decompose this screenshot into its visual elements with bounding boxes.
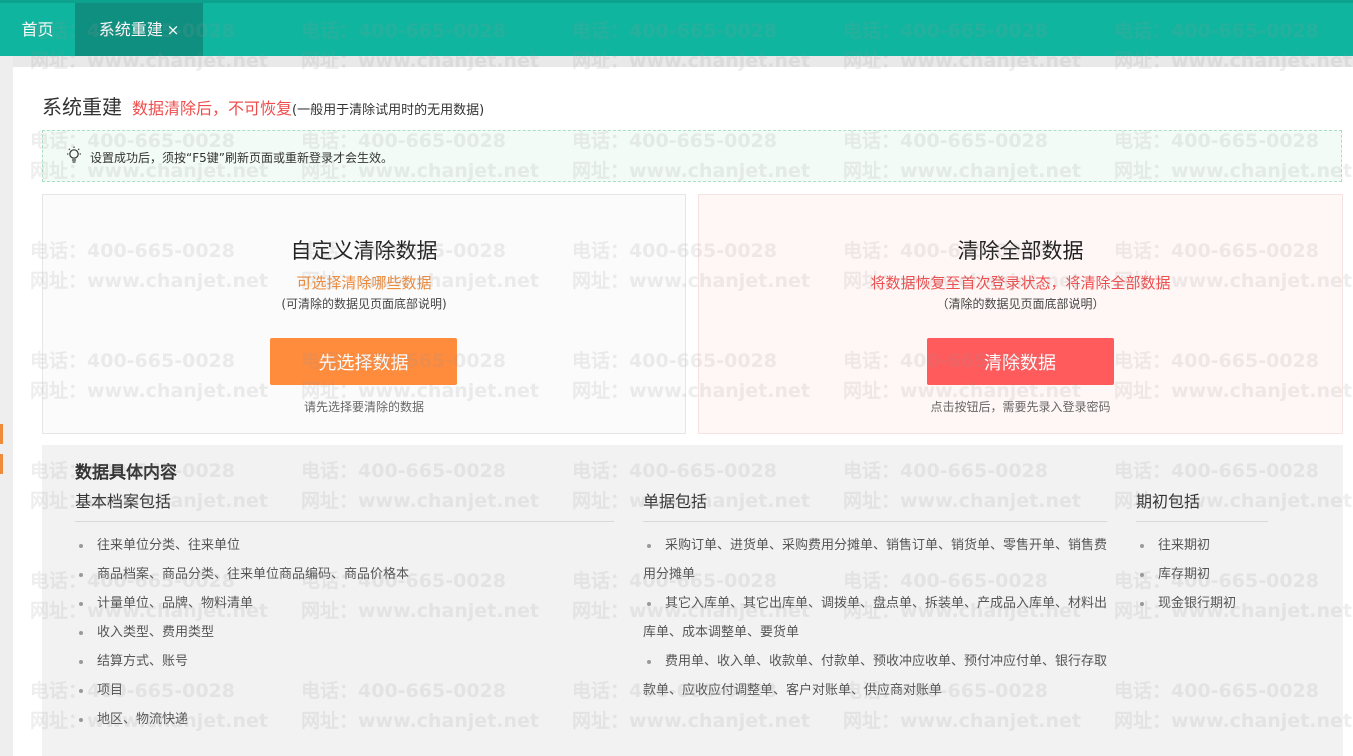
list-item: 地区、物流快递 (75, 705, 614, 734)
list-item: 现金银行期初 (1136, 589, 1268, 618)
edge-marker (0, 424, 3, 444)
opening-title: 期初包括 (1136, 488, 1268, 522)
documents-list: 采购订单、进货单、采购费用分摊单、销售订单、销货单、零售开单、销售费用分摊单 其… (643, 531, 1107, 705)
clear-all-subtitle: 将数据恢复至首次登录状态，将清除全部数据 (870, 274, 1171, 292)
select-data-button[interactable]: 先选择数据 (270, 338, 457, 385)
left-edge (0, 56, 13, 756)
basic-records-title: 基本档案包括 (75, 488, 614, 522)
page-note: (一般用于清除试用时的无用数据) (292, 103, 485, 118)
clear-all-title: 清除全部数据 (957, 239, 1084, 263)
page-warning: 数据清除后，不可恢复 (132, 99, 293, 118)
custom-clear-note: (可清除的数据见页面底部说明) (281, 297, 447, 311)
list-item: 库存期初 (1136, 560, 1268, 589)
clear-data-button[interactable]: 清除数据 (926, 338, 1114, 385)
clear-all-note: （清除的数据见页面底部说明） (936, 297, 1105, 311)
tab-system-rebuild[interactable]: 系统重建 × (75, 3, 203, 56)
tab-bar: 首页 系统重建 × (0, 0, 1353, 56)
main-panel: 系统重建 数据清除后，不可恢复(一般用于清除试用时的无用数据) 设置成功后，须按“… (13, 67, 1353, 756)
documents-title: 单据包括 (643, 488, 1107, 522)
list-item: 收入类型、费用类型 (75, 618, 614, 647)
notice-bar: 设置成功后，须按“F5键”刷新页面或重新登录才会生效。 (42, 130, 1342, 182)
basic-records-list: 往来单位分类、往来单位 商品档案、商品分类、往来单位商品编码、商品价格本 计量单… (75, 531, 614, 734)
notice-text: 设置成功后，须按“F5键”刷新页面或重新登录才会生效。 (90, 151, 393, 165)
details-title: 数据具体内容 (75, 463, 177, 483)
documents-column: 单据包括 采购订单、进货单、采购费用分摊单、销售订单、销货单、零售开单、销售费用… (643, 488, 1107, 705)
custom-clear-subtitle: 可选择清除哪些数据 (296, 274, 432, 292)
list-item: 往来期初 (1136, 531, 1268, 560)
tab-home[interactable]: 首页 (0, 3, 75, 56)
clear-all-hint: 点击按钮后，需要先录入登录密码 (930, 400, 1111, 414)
lightbulb-icon (67, 146, 81, 163)
custom-clear-hint: 请先选择要清除的数据 (303, 400, 424, 414)
list-item: 结算方式、账号 (75, 647, 614, 676)
opening-list: 往来期初 库存期初 现金银行期初 (1136, 531, 1268, 618)
close-icon[interactable]: × (167, 21, 180, 39)
list-item: 其它入库单、其它出库单、调拨单、盘点单、拆装单、产成品入库单、材料出库单、成本调… (643, 589, 1107, 647)
tab-system-rebuild-label: 系统重建 (98, 20, 163, 39)
list-item: 项目 (75, 676, 614, 705)
custom-clear-title: 自定义清除数据 (290, 239, 438, 263)
data-details-section: 数据具体内容 基本档案包括 往来单位分类、往来单位 商品档案、商品分类、往来单位… (42, 445, 1343, 756)
edge-marker (0, 454, 3, 474)
opening-column: 期初包括 往来期初 库存期初 现金银行期初 (1136, 488, 1268, 618)
clear-all-card: 清除全部数据 将数据恢复至首次登录状态，将清除全部数据 （清除的数据见页面底部说… (698, 194, 1343, 434)
list-item: 商品档案、商品分类、往来单位商品编码、商品价格本 (75, 560, 614, 589)
list-item: 计量单位、品牌、物料清单 (75, 589, 614, 618)
list-item: 往来单位分类、往来单位 (75, 531, 614, 560)
list-item: 费用单、收入单、收款单、付款单、预收冲应收单、预付冲应付单、银行存取款单、应收应… (643, 647, 1107, 705)
custom-clear-card: 自定义清除数据 可选择清除哪些数据 (可清除的数据见页面底部说明) 先选择数据 … (42, 194, 686, 434)
page-title: 系统重建 数据清除后，不可恢复(一般用于清除试用时的无用数据) (42, 91, 484, 120)
page-title-text: 系统重建 (42, 95, 122, 119)
list-item: 采购订单、进货单、采购费用分摊单、销售订单、销货单、零售开单、销售费用分摊单 (643, 531, 1107, 589)
basic-records-column: 基本档案包括 往来单位分类、往来单位 商品档案、商品分类、往来单位商品编码、商品… (75, 488, 614, 734)
